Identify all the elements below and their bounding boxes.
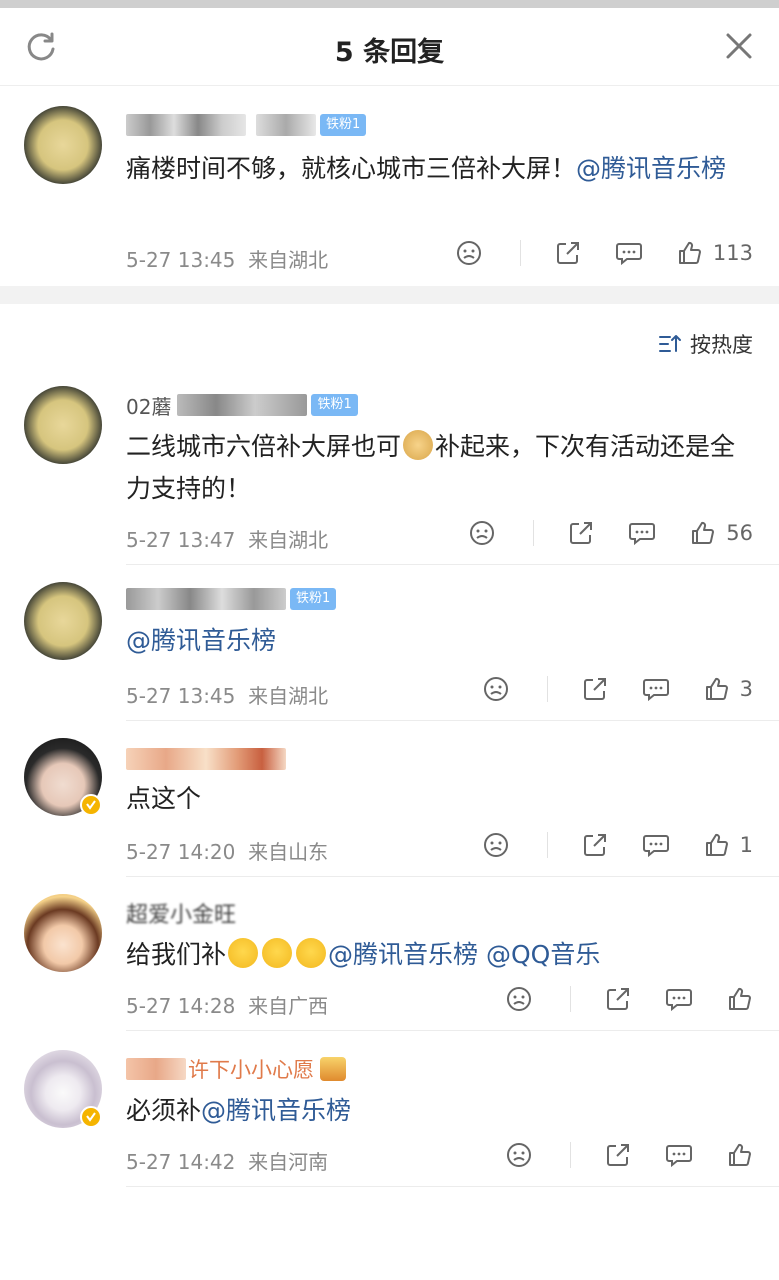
- comment-text: 二线城市六倍补大屏也可 补起来，下次有活动还是全力支持的！: [126, 430, 736, 503]
- comment-icon[interactable]: [665, 1142, 693, 1168]
- top-strip: [0, 0, 779, 8]
- verified-icon: [80, 794, 102, 816]
- share-icon[interactable]: [582, 676, 608, 702]
- comment-text: 给我们补 @腾讯音乐榜 @QQ音乐: [126, 938, 601, 969]
- divider: [533, 520, 535, 546]
- sort-icon: [659, 335, 681, 352]
- share-icon[interactable]: [605, 1142, 631, 1168]
- close-icon[interactable]: [723, 30, 755, 62]
- reply-panel-header: 5 条回复: [0, 8, 779, 86]
- mention-link[interactable]: @腾讯音乐榜: [126, 626, 276, 655]
- sort-label: 按热度: [690, 333, 753, 357]
- avatar[interactable]: [24, 894, 102, 972]
- like-button[interactable]: 1: [704, 832, 753, 858]
- username[interactable]: [126, 744, 286, 774]
- smile-emoji-icon: [296, 938, 327, 968]
- divider: [546, 832, 548, 858]
- username[interactable]: 铁粉1: [126, 584, 337, 614]
- divider: [570, 986, 571, 1012]
- share-icon[interactable]: [568, 520, 594, 546]
- like-button[interactable]: 3: [704, 676, 753, 702]
- comment-text: @腾讯音乐榜: [126, 620, 739, 662]
- row-divider: [126, 720, 779, 721]
- mention-link[interactable]: @腾讯音乐榜: [576, 154, 726, 183]
- avatar[interactable]: [24, 386, 102, 464]
- comment-icon[interactable]: [665, 986, 693, 1012]
- dislike-icon[interactable]: [506, 1142, 532, 1168]
- comment-icon[interactable]: [642, 676, 670, 702]
- comment-meta: 5-27 13:45 来自湖北: [126, 684, 329, 708]
- comment-actions: 56: [435, 520, 753, 546]
- fan-badge: 铁粉1: [311, 394, 358, 416]
- comment-icon[interactable]: [642, 832, 670, 858]
- dislike-icon[interactable]: [483, 832, 509, 858]
- smile-emoji-icon: [262, 938, 293, 968]
- comment-actions: 1: [449, 832, 753, 858]
- fan-badge: 铁粉1: [290, 588, 337, 610]
- comment-icon[interactable]: [628, 520, 656, 546]
- divider: [546, 676, 548, 702]
- comment-meta: 5-27 13:47 来自湖北: [126, 528, 329, 552]
- share-icon[interactable]: [555, 240, 581, 266]
- mention-link[interactable]: @腾讯音乐榜: [328, 940, 478, 969]
- comment-meta: 5-27 13:45 来自湖北: [126, 248, 329, 272]
- like-count: 113: [712, 241, 753, 265]
- row-divider: [126, 1030, 779, 1031]
- comment-actions: [472, 986, 753, 1012]
- mention-link[interactable]: @腾讯音乐榜: [201, 1096, 351, 1125]
- comment-meta: 5-27 14:20 来自山东: [126, 840, 329, 864]
- comment-actions: [472, 1142, 753, 1168]
- dislike-icon[interactable]: [456, 240, 482, 266]
- verified-icon: [80, 1106, 102, 1128]
- share-icon[interactable]: [605, 986, 631, 1012]
- fan-badge: 铁粉1: [320, 114, 367, 136]
- username[interactable]: 铁粉1: [126, 110, 367, 140]
- comment-text: 必须补@腾讯音乐榜: [126, 1096, 352, 1125]
- doge-emoji-icon: [403, 430, 434, 460]
- like-button[interactable]: [727, 986, 753, 1012]
- row-divider: [126, 1186, 779, 1187]
- comment-text: 痛楼时间不够，就核心城市三倍补大屏！@腾讯音乐榜: [126, 154, 727, 183]
- divider: [519, 240, 521, 266]
- comment-actions: 3: [449, 676, 753, 702]
- username[interactable]: 超爱小金旺: [126, 898, 236, 928]
- avatar[interactable]: [24, 582, 102, 660]
- avatar[interactable]: [24, 106, 102, 184]
- dislike-icon[interactable]: [469, 520, 495, 546]
- share-icon[interactable]: [582, 832, 608, 858]
- comment-text: 点这个: [126, 784, 202, 813]
- row-divider: [126, 564, 779, 565]
- like-count: 56: [726, 521, 753, 545]
- like-button[interactable]: [727, 1142, 753, 1168]
- comment-meta: 5-27 14:28 来自广西: [126, 994, 329, 1018]
- like-count: 3: [739, 677, 753, 701]
- comment-actions: 113: [422, 240, 753, 266]
- like-count: 1: [739, 833, 753, 857]
- divider: [570, 1142, 571, 1168]
- row-divider: [126, 876, 779, 877]
- mention-link[interactable]: @QQ音乐: [486, 940, 600, 969]
- like-button[interactable]: 56: [690, 520, 753, 546]
- dislike-icon[interactable]: [483, 676, 509, 702]
- username[interactable]: 02蘑 铁粉1: [126, 390, 358, 420]
- section-separator: [0, 286, 779, 304]
- dislike-icon[interactable]: [506, 986, 532, 1012]
- smile-emoji-icon: [228, 938, 259, 968]
- sort-button[interactable]: 按热度: [658, 330, 753, 358]
- username[interactable]: 许下小小心愿: [126, 1054, 346, 1084]
- comment-icon[interactable]: [615, 240, 643, 266]
- like-button[interactable]: 113: [677, 240, 753, 266]
- crown-icon: [320, 1057, 346, 1081]
- comment-meta: 5-27 14:42 来自河南: [126, 1150, 329, 1174]
- page-title: 5 条回复: [334, 37, 445, 68]
